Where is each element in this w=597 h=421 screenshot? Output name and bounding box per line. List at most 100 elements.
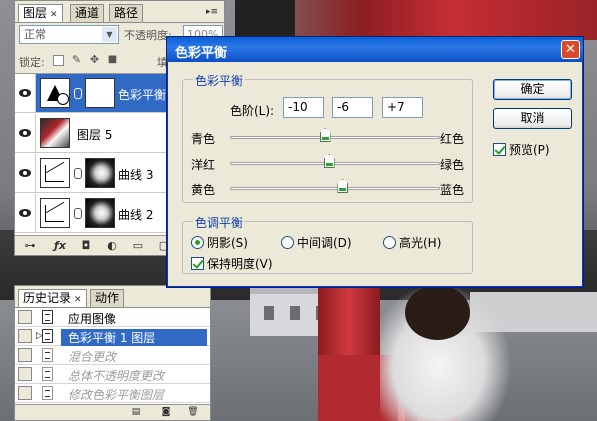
slider-knob[interactable] xyxy=(323,154,335,168)
new-document-icon[interactable]: ▤ xyxy=(130,407,142,418)
layer-mask-thumbnail[interactable] xyxy=(85,78,115,108)
history-item-label: 总体不透明度更改 xyxy=(68,369,165,383)
slider-knob[interactable] xyxy=(337,179,349,193)
slider-left-label: 青色 xyxy=(191,132,216,146)
slider-track[interactable] xyxy=(230,136,440,139)
history-item[interactable]: 应用图像 xyxy=(15,308,210,327)
radio-shadows[interactable]: 阴影(S) xyxy=(191,234,248,251)
link-icon[interactable] xyxy=(74,88,82,99)
new-group-icon[interactable]: ▭ xyxy=(131,239,145,252)
lock-all-icon[interactable]: ■ xyxy=(107,55,118,66)
tab-layers[interactable]: 图层 ✕ xyxy=(18,4,63,22)
level-value: -6 xyxy=(337,100,349,114)
tab-layers-label: 图层 xyxy=(23,6,48,20)
radio-highlights[interactable]: 高光(H) xyxy=(383,234,441,251)
document-icon xyxy=(42,367,53,381)
lock-transparent-icon[interactable] xyxy=(53,55,64,66)
level-magenta-green-input[interactable]: -6 xyxy=(332,97,373,118)
dialog-titlebar[interactable]: 色彩平衡 ✕ xyxy=(167,37,583,62)
tab-channels-label: 通道 xyxy=(75,6,100,20)
history-item-label: 应用图像 xyxy=(68,312,117,326)
checkbox-indicator[interactable] xyxy=(191,257,204,270)
preserve-luminosity-checkbox[interactable]: 保持明度(V) xyxy=(191,255,273,272)
history-list: 应用图像 ▷ 色彩平衡 1 图层 混合更改 总体不透明度更改 修改色彩平衡图层 xyxy=(15,308,210,406)
document-icon xyxy=(42,310,53,324)
history-item[interactable]: 总体不透明度更改 xyxy=(15,365,210,384)
history-panel: 历史记录✕ 动作 应用图像 ▷ 色彩平衡 1 图层 混合更改 总体不透明度更改 xyxy=(14,285,211,421)
radio-midtones[interactable]: 中间调(D) xyxy=(281,234,352,251)
trash-icon[interactable]: 🗑 xyxy=(187,407,199,418)
panel-menu-icon[interactable]: ▸≡ xyxy=(204,5,220,19)
history-source-box[interactable] xyxy=(18,310,32,324)
link-icon[interactable] xyxy=(74,168,82,179)
cancel-button[interactable]: 取消 xyxy=(493,108,572,129)
slider-track[interactable] xyxy=(230,187,440,190)
group-legend: 色彩平衡 xyxy=(193,72,246,89)
photo-dark-area xyxy=(235,0,295,40)
document-icon xyxy=(42,386,53,400)
checkbox-indicator[interactable] xyxy=(493,143,506,156)
history-source-box[interactable] xyxy=(18,386,32,400)
history-item[interactable]: 修改色彩平衡图层 xyxy=(15,384,210,403)
history-item[interactable]: 混合更改 xyxy=(15,346,210,365)
close-icon[interactable]: ✕ xyxy=(50,10,58,20)
radio-indicator[interactable] xyxy=(383,236,396,249)
levels-label: 色阶(L): xyxy=(230,104,275,118)
tab-actions[interactable]: 动作 xyxy=(90,289,125,307)
eye-icon[interactable] xyxy=(15,194,36,232)
fx-icon[interactable]: ƒx xyxy=(53,239,67,252)
eye-icon[interactable] xyxy=(15,74,36,112)
radio-label: 中间调(D) xyxy=(297,236,352,250)
level-yellow-blue-input[interactable]: +7 xyxy=(382,97,423,118)
tab-paths-label: 路径 xyxy=(114,6,139,20)
cancel-button-label: 取消 xyxy=(520,111,545,125)
history-source-box[interactable] xyxy=(18,367,32,381)
lock-paint-icon[interactable]: ✎ xyxy=(71,54,82,66)
slider-yellow-blue: 黄色 蓝色 xyxy=(183,178,472,200)
preview-checkbox[interactable]: 预览(P) xyxy=(493,141,550,158)
history-source-box[interactable] xyxy=(18,329,32,343)
snapshot-icon[interactable]: ◙ xyxy=(160,407,172,418)
radio-indicator[interactable] xyxy=(281,236,294,249)
lock-label: 锁定: xyxy=(19,56,45,69)
color-balance-dialog: 色彩平衡 ✕ 色彩平衡 色阶(L): -10 -6 +7 青色 红色 洋红 绿色… xyxy=(166,36,584,288)
history-item-selected[interactable]: ▷ 色彩平衡 1 图层 xyxy=(15,327,210,346)
tab-channels[interactable]: 通道 xyxy=(70,4,105,22)
slider-magenta-green: 洋红 绿色 xyxy=(183,153,472,175)
link-layers-icon[interactable]: ⊶ xyxy=(23,239,37,252)
slider-right-label: 蓝色 xyxy=(439,183,464,197)
history-source-box[interactable] xyxy=(18,348,32,362)
tab-history-label: 历史记录 xyxy=(23,291,72,305)
slider-right-label: 绿色 xyxy=(439,158,464,172)
tab-paths[interactable]: 路径 xyxy=(109,4,144,22)
slider-knob[interactable] xyxy=(319,128,331,142)
slider-cyan-red: 青色 红色 xyxy=(183,127,472,149)
adjustment-layer-icon[interactable]: ◐ xyxy=(105,239,119,252)
close-icon[interactable]: ✕ xyxy=(561,40,580,59)
checkbox-label: 预览(P) xyxy=(509,143,550,157)
close-icon[interactable]: ✕ xyxy=(74,295,82,305)
radio-label: 阴影(S) xyxy=(207,236,248,250)
add-mask-icon[interactable]: ◘ xyxy=(79,239,93,252)
color-balance-group: 色彩平衡 色阶(L): -10 -6 +7 青色 红色 洋红 绿色 黄色 蓝色 xyxy=(182,72,473,203)
blend-mode-select[interactable]: 正常 ▼ xyxy=(19,25,119,44)
tab-history[interactable]: 历史记录 ✕ xyxy=(18,289,87,307)
chevron-down-icon[interactable]: ▼ xyxy=(102,27,117,42)
tab-actions-label: 动作 xyxy=(95,291,120,305)
layer-mask-thumbnail[interactable] xyxy=(85,158,115,188)
level-cyan-red-input[interactable]: -10 xyxy=(283,97,324,118)
radio-indicator[interactable] xyxy=(191,236,204,249)
eye-icon[interactable] xyxy=(15,114,36,152)
lock-move-icon[interactable]: ✥ xyxy=(89,54,100,66)
curves-thumbnail xyxy=(40,198,70,228)
link-icon[interactable] xyxy=(74,208,82,219)
ok-button-label: 确定 xyxy=(520,82,545,96)
document-icon xyxy=(42,348,53,362)
slider-track[interactable] xyxy=(230,162,440,165)
eye-icon[interactable] xyxy=(15,154,36,192)
layer-mask-thumbnail[interactable] xyxy=(85,198,115,228)
level-value: +7 xyxy=(387,100,405,114)
color-balance-thumbnail xyxy=(40,78,70,108)
document-icon xyxy=(42,329,53,343)
ok-button[interactable]: 确定 xyxy=(493,79,572,100)
